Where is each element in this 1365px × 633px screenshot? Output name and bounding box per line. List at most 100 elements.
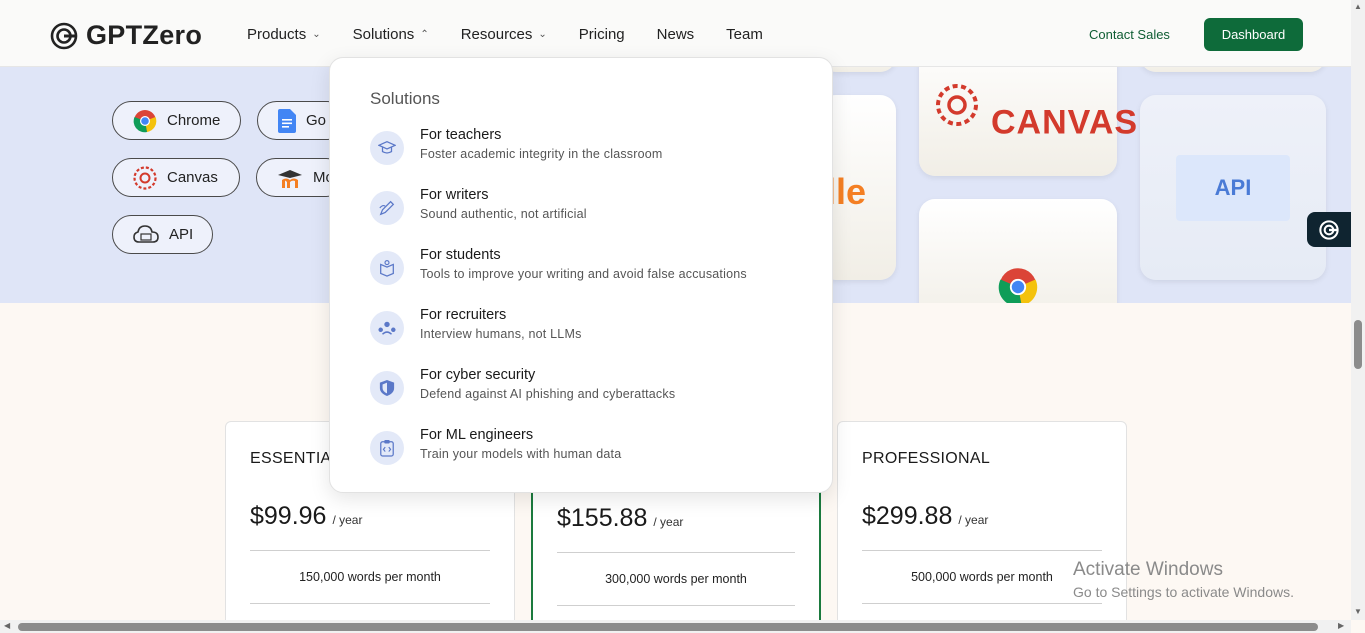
integration-tile-canvas: CANVAS (919, 67, 1137, 176)
dashboard-button[interactable]: Dashboard (1204, 18, 1303, 51)
shield-icon (370, 371, 404, 405)
words-per-month: 300,000 words per month (605, 572, 747, 586)
pen-icon (370, 191, 404, 225)
solutions-dropdown: Solutions For teachers Foster academic i… (329, 57, 833, 493)
horizontal-scrollbar[interactable]: ◀ ▶ (0, 620, 1351, 633)
words-per-month: 150,000 words per month (299, 570, 441, 584)
code-clipboard-icon (370, 431, 404, 465)
chevron-up-icon: ⌃ (420, 29, 429, 40)
integration-pill-canvas[interactable]: Canvas (112, 158, 240, 197)
solution-item-label: For writers (420, 187, 489, 203)
vertical-scrollbar[interactable]: ▲ ▼ (1351, 0, 1365, 620)
integration-tile-top-right (1140, 67, 1326, 72)
windows-activation-watermark: Activate Windows Go to Settings to activ… (1073, 559, 1294, 600)
solution-item-label: For cyber security (420, 367, 536, 383)
canvas-tile-text: CANVAS (991, 103, 1139, 142)
google-docs-icon (278, 108, 296, 133)
solution-item-writers[interactable]: For writers Sound authentic, not artific… (370, 187, 800, 231)
solution-item-recruiters[interactable]: For recruiters Interview humans, not LLM… (370, 307, 800, 351)
nav-team-label: Team (726, 26, 763, 43)
solution-item-label: For recruiters (420, 307, 507, 323)
price-period: / year (958, 513, 989, 527)
book-icon (370, 251, 404, 285)
pricing-card-professional: PROFESSIONAL $299.88/ year 500,000 words… (837, 421, 1127, 633)
canvas-logo-icon (936, 84, 978, 126)
dropdown-title: Solutions (370, 89, 440, 108)
chevron-down-icon: ⌄ (538, 29, 547, 40)
nav-resources-label: Resources (460, 26, 533, 43)
solution-item-desc: Foster academic integrity in the classro… (420, 147, 663, 161)
solution-item-desc: Sound authentic, not artificial (420, 207, 587, 221)
nav-news[interactable]: News (657, 26, 695, 43)
scroll-down-arrow-icon[interactable]: ▼ (1354, 607, 1362, 616)
watermark-title: Activate Windows (1073, 559, 1223, 580)
pricing-card-title: PROFESSIONAL (862, 450, 991, 467)
solution-item-desc: Train your models with human data (420, 447, 622, 461)
nav-news-label: News (656, 26, 695, 43)
scroll-up-arrow-icon[interactable]: ▲ (1354, 2, 1362, 11)
solution-item-desc: Tools to improve your writing and avoid … (420, 267, 747, 281)
solution-item-teachers[interactable]: For teachers Foster academic integrity i… (370, 127, 800, 171)
pricing-price: $99.96 / year (250, 502, 362, 531)
nav-team[interactable]: Team (726, 26, 763, 43)
canvas-icon (133, 165, 157, 190)
scroll-left-arrow-icon[interactable]: ◀ (4, 621, 10, 630)
main-nav: Products ⌄ Solutions ⌃ Resources ⌄ Prici… (247, 26, 763, 43)
pricing-card-title: ESSENTIA (250, 450, 332, 467)
integration-pill-label: Canvas (167, 169, 218, 186)
solution-item-desc: Interview humans, not LLMs (420, 327, 582, 341)
watermark-subtitle: Go to Settings to activate Windows. (1073, 584, 1294, 600)
solution-item-label: For teachers (420, 127, 502, 143)
integration-tile-api: API (1140, 95, 1326, 280)
gptzero-logo-icon (1319, 219, 1339, 240)
solution-item-label: For students (420, 247, 501, 263)
nav-products[interactable]: Products ⌄ (247, 26, 321, 43)
chevron-down-icon: ⌄ (312, 29, 321, 40)
price-period: / year (332, 513, 363, 527)
gptzero-extension-badge[interactable] (1307, 212, 1351, 247)
logo-text: GPTZero (86, 20, 203, 50)
integration-pill-label: API (169, 226, 194, 243)
nav-pricing[interactable]: Pricing (579, 26, 625, 43)
api-tile-box: API (1176, 155, 1290, 221)
chrome-icon (133, 109, 157, 132)
chrome-logo-icon (998, 268, 1038, 303)
horizontal-scroll-thumb[interactable] (18, 623, 1318, 631)
pricing-price: $155.88 / year (557, 504, 683, 533)
price-amount: $155.88 (557, 504, 648, 532)
price-period: / year (653, 515, 684, 529)
divider (250, 550, 490, 551)
integration-pill-api[interactable]: API (112, 215, 213, 254)
divider (557, 605, 795, 606)
integration-pill-label: Go (306, 112, 327, 129)
solution-item-ml-engineers[interactable]: For ML engineers Train your models with … (370, 427, 800, 471)
solution-item-students[interactable]: For students Tools to improve your writi… (370, 247, 800, 291)
divider (862, 603, 1102, 604)
integration-pill-label: Chrome (167, 112, 221, 129)
api-tile-text: API (1214, 175, 1252, 200)
integration-tile-chrome (919, 199, 1117, 303)
nav-solutions[interactable]: Solutions ⌃ (353, 26, 429, 43)
pricing-price: $299.88 / year (862, 502, 988, 531)
moodle-icon (278, 169, 302, 188)
nav-products-label: Products (247, 26, 307, 43)
gptzero-logo-icon (50, 22, 78, 49)
price-amount: $299.88 (862, 502, 953, 530)
graduation-cap-icon (370, 131, 404, 165)
divider (862, 550, 1102, 551)
integration-pill-chrome[interactable]: Chrome (112, 101, 241, 140)
solution-item-label: For ML engineers (420, 427, 534, 443)
contact-sales-link[interactable]: Contact Sales (1089, 27, 1170, 42)
price-amount: $99.96 (250, 502, 327, 530)
divider (557, 552, 795, 553)
nav-resources[interactable]: Resources ⌄ (461, 26, 547, 43)
people-icon (370, 311, 404, 345)
divider (250, 603, 490, 604)
api-cloud-icon (133, 224, 159, 243)
vertical-scroll-thumb[interactable] (1354, 320, 1362, 369)
scroll-right-arrow-icon[interactable]: ▶ (1338, 621, 1344, 630)
nav-solutions-label: Solutions (352, 26, 415, 43)
solution-item-cyber-security[interactable]: For cyber security Defend against AI phi… (370, 367, 800, 411)
solution-item-desc: Defend against AI phishing and cyberatta… (420, 387, 676, 401)
logo[interactable]: GPTZero (50, 20, 202, 51)
